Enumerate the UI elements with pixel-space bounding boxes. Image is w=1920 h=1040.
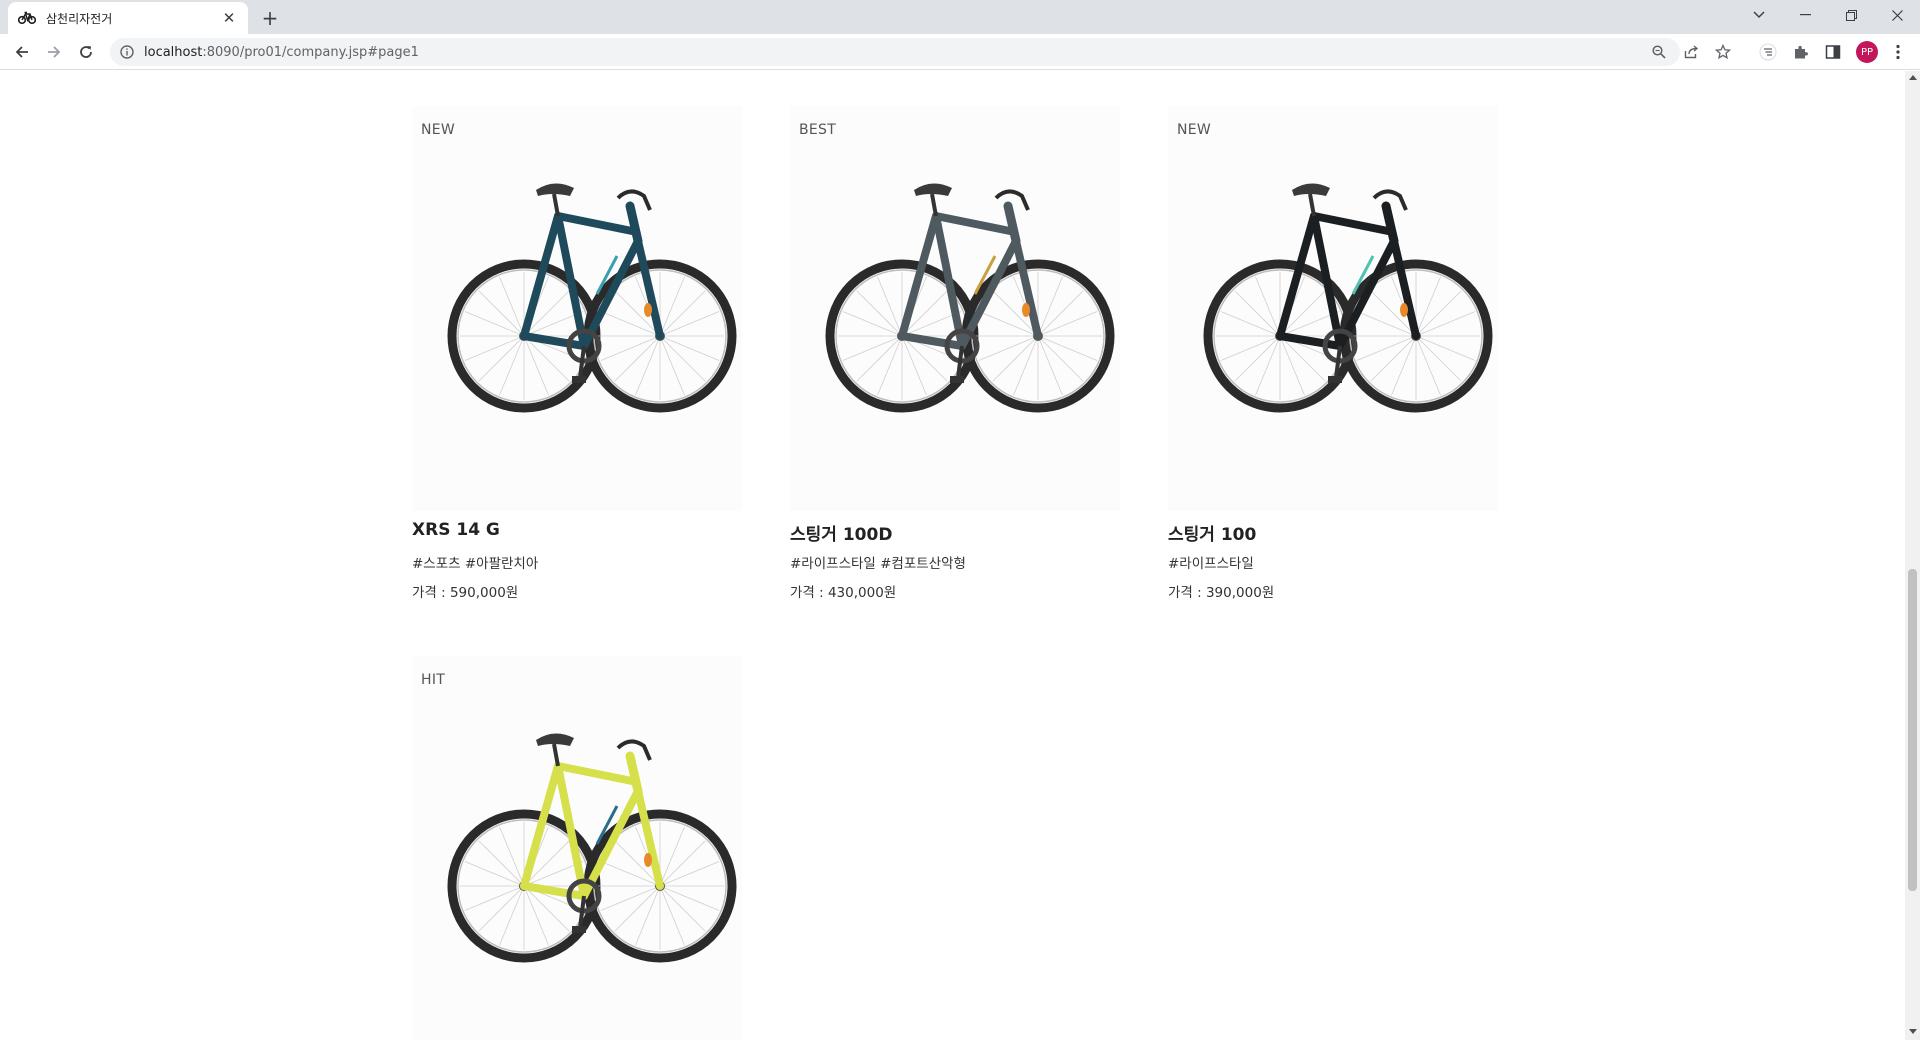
product-badge: NEW bbox=[1177, 122, 1212, 138]
site-info-icon[interactable] bbox=[118, 43, 136, 61]
product-badge: BEST bbox=[799, 122, 837, 138]
page-content: NEW XRS 14 G #스포츠 #아팔란치아 가격 : 590,000원 B… bbox=[0, 71, 1905, 1040]
vertical-scrollbar[interactable] bbox=[1905, 71, 1920, 1040]
bicycle-image bbox=[1203, 183, 1493, 413]
product-image[interactable]: BEST bbox=[790, 106, 1120, 511]
tab-title: 삼천리자전거 bbox=[46, 11, 113, 26]
reload-icon[interactable] bbox=[74, 40, 98, 64]
bicycle-image bbox=[447, 733, 737, 963]
bicycle-image bbox=[447, 183, 737, 413]
url-text: localhost:8090/pro01/company.jsp#page1 bbox=[144, 45, 419, 60]
scroll-up-arrow-icon[interactable] bbox=[1909, 75, 1917, 80]
bookmark-star-icon[interactable] bbox=[1714, 43, 1732, 61]
product-name[interactable]: XRS 14 G bbox=[412, 520, 500, 540]
product-price: 가격 : 590,000원 bbox=[412, 585, 519, 601]
browser-tab[interactable]: 삼천리자전거 ✕ bbox=[8, 2, 248, 34]
url-host: localhost bbox=[144, 44, 203, 60]
profile-avatar[interactable]: PP bbox=[1856, 41, 1878, 63]
product-badge: NEW bbox=[421, 122, 456, 138]
browser-menu-icon[interactable] bbox=[1888, 42, 1908, 62]
product-card[interactable]: NEW XRS 14 G #스포츠 #아팔란치아 가격 : 590,000원 bbox=[412, 106, 742, 606]
product-card[interactable]: BEST 스팅거 100D #라이프스타일 #컴포트산악형 가격 : 430,0… bbox=[790, 106, 1120, 606]
product-card[interactable]: NEW 스팅거 100 #라이프스타일 가격 : 390,000원 bbox=[1168, 106, 1498, 606]
product-card[interactable]: HIT bbox=[412, 656, 742, 1040]
tab-strip: 삼천리자전거 ✕ + bbox=[0, 0, 1920, 34]
address-bar[interactable]: localhost:8090/pro01/company.jsp#page1 bbox=[110, 38, 1731, 66]
extensions-puzzle-icon[interactable] bbox=[1791, 42, 1811, 62]
scrollbar-thumb[interactable] bbox=[1908, 569, 1917, 891]
bicycle-icon bbox=[18, 9, 36, 27]
restore-button[interactable] bbox=[1828, 0, 1874, 30]
product-image[interactable]: NEW bbox=[412, 106, 742, 511]
browser-toolbar: localhost:8090/pro01/company.jsp#page1 bbox=[0, 34, 1920, 70]
product-tags: #라이프스타일 bbox=[1168, 556, 1254, 572]
product-name[interactable]: 스팅거 100 bbox=[1168, 520, 1256, 545]
reading-list-icon[interactable] bbox=[1758, 42, 1778, 62]
product-badge: HIT bbox=[421, 672, 446, 688]
product-image[interactable]: HIT bbox=[412, 656, 742, 1040]
product-tags: #스포츠 #아팔란치아 bbox=[412, 556, 539, 572]
close-window-button[interactable] bbox=[1874, 0, 1920, 30]
product-name[interactable]: 스팅거 100D bbox=[790, 520, 892, 545]
product-price: 가격 : 430,000원 bbox=[790, 585, 897, 601]
close-tab-icon[interactable]: ✕ bbox=[220, 9, 238, 27]
share-icon[interactable] bbox=[1682, 43, 1700, 61]
product-tags: #라이프스타일 #컴포트산악형 bbox=[790, 556, 966, 572]
scroll-down-arrow-icon[interactable] bbox=[1909, 1029, 1917, 1034]
side-panel-icon[interactable] bbox=[1823, 42, 1843, 62]
new-tab-button[interactable]: + bbox=[258, 6, 282, 30]
forward-arrow-icon[interactable] bbox=[42, 40, 66, 64]
bicycle-image bbox=[825, 183, 1115, 413]
tab-search-icon[interactable] bbox=[1736, 0, 1782, 30]
url-path: :8090/pro01/company.jsp#page1 bbox=[202, 44, 419, 60]
product-price: 가격 : 390,000원 bbox=[1168, 585, 1275, 601]
back-arrow-icon[interactable] bbox=[10, 40, 34, 64]
zoom-icon[interactable] bbox=[1650, 43, 1668, 61]
minimize-button[interactable] bbox=[1782, 0, 1828, 30]
product-image[interactable]: NEW bbox=[1168, 106, 1498, 511]
